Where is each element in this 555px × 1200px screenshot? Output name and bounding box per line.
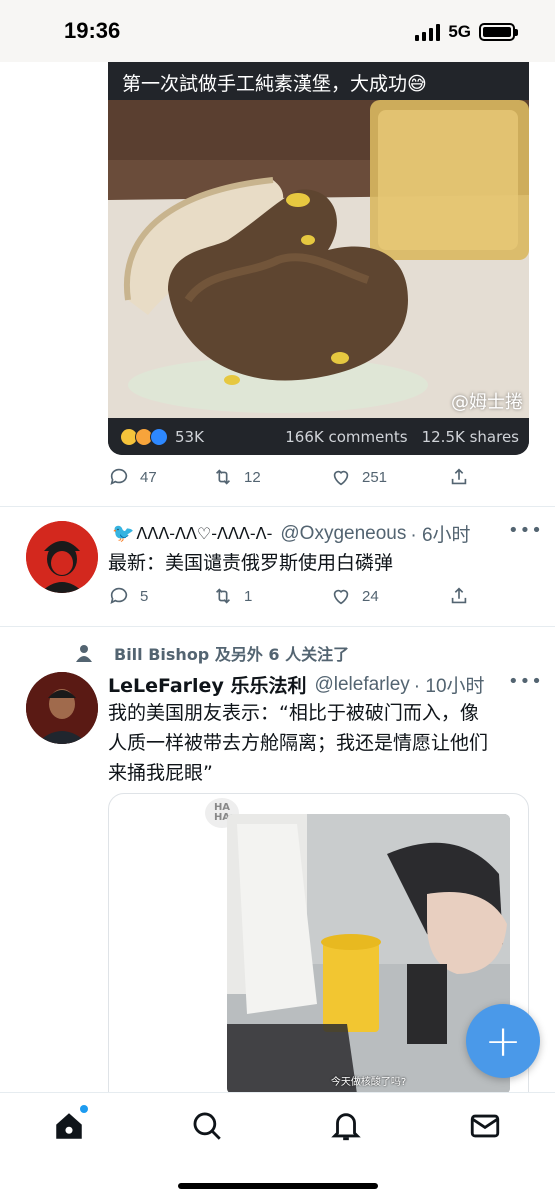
display-name[interactable]: LeLeFarley 乐乐法利: [108, 671, 306, 698]
comments-count: 166K comments: [285, 427, 408, 446]
share-icon: [451, 587, 467, 604]
status-time: 19:36: [64, 18, 121, 43]
person-icon: [76, 645, 92, 662]
tab-notifications[interactable]: [329, 1109, 363, 1143]
reaction-stats: 53K 166K comments 12.5K shares: [108, 418, 529, 455]
tweet2-header: 🐦 ᐱᐱᐱ-ᐱᐱ♡-ᐱᐱᐱ-ᐱ- @Oxygeneous · 6小时: [112, 520, 471, 547]
home-icon: [56, 1113, 82, 1139]
tab-messages[interactable]: [468, 1109, 502, 1143]
home-indicator: [178, 1183, 378, 1189]
retweet-count: 1: [244, 587, 253, 605]
tweet-text-line: 我的美国朋友表示：“相比于被破门而入，像: [108, 702, 479, 724]
watermark: @姆士捲: [451, 392, 523, 413]
mail-icon: [470, 1114, 500, 1138]
tweet-time: · 6小时: [410, 525, 471, 546]
status-indicators: 5G: [415, 22, 518, 42]
heart-icon: [333, 470, 349, 486]
like-count: 24: [362, 587, 379, 605]
divider: [0, 626, 555, 627]
reaction-count: 53K: [175, 427, 204, 446]
photo-subtitle: 今天做核酸了吗?: [330, 1077, 407, 1088]
post1-actions: 47 12 251: [108, 466, 528, 488]
more-icon[interactable]: •••: [508, 671, 543, 692]
tab-search[interactable]: [190, 1109, 224, 1143]
tweet3-header: LeLeFarley 乐乐法利 @lelefarley · 10小时: [108, 671, 485, 698]
share-icon: [451, 468, 467, 485]
social-context: Bill Bishop 及另外 6 人关注了: [76, 641, 349, 665]
plus-icon: +: [484, 1015, 522, 1067]
tweet3-text: 我的美国朋友表示：“相比于被破门而入，像 人质一样被带去方舱隔离；我还是情愿让他…: [108, 698, 488, 788]
bell-icon: [331, 1113, 361, 1141]
search-icon: [193, 1112, 221, 1140]
share-button[interactable]: [448, 585, 470, 607]
reaction-icons: [120, 427, 168, 446]
retweet-button[interactable]: 1: [212, 585, 330, 607]
reply-icon: [110, 468, 128, 485]
tab-home[interactable]: [52, 1105, 88, 1143]
display-name[interactable]: ᐱᐱᐱ-ᐱᐱ♡-ᐱᐱᐱ-ᐱ-: [136, 524, 272, 543]
like-reaction-icon: [150, 427, 168, 446]
compose-button[interactable]: +: [466, 1004, 540, 1078]
like-button[interactable]: 251: [330, 466, 448, 488]
avatar[interactable]: [26, 521, 98, 593]
divider: [0, 506, 555, 507]
tweet-text-line: 人质一样被带去方舱隔离；我还是情愿让他们: [108, 732, 489, 754]
burger-photo: @姆士捲: [108, 100, 529, 418]
reply-count: 47: [140, 468, 157, 486]
tweet2-actions: 5 1 24: [108, 585, 528, 607]
media-caption: 第一次試做手工純素漢堡，大成功😅: [108, 62, 529, 100]
tweet-time: · 10小时: [413, 676, 485, 697]
tweet-text-line: 来捅我屁眼”: [108, 762, 213, 784]
handle[interactable]: @Oxygeneous: [280, 523, 406, 545]
share-button[interactable]: [448, 466, 470, 488]
reply-button[interactable]: 5: [108, 585, 212, 607]
battery-icon: [479, 23, 518, 41]
followed-by-text[interactable]: Bill Bishop 及另外 6 人关注了: [114, 641, 349, 665]
retweet-count: 12: [244, 468, 261, 486]
network-type: 5G: [448, 22, 471, 41]
reply-count: 5: [140, 587, 149, 605]
handle[interactable]: @lelefarley: [314, 674, 409, 696]
post1-media[interactable]: 第一次試做手工純素漢堡，大成功😅 @姆士捲 53K 166K comments …: [108, 62, 529, 455]
like-count: 251: [362, 468, 388, 486]
shares-count: 12.5K shares: [421, 427, 519, 446]
retweet-button[interactable]: 12: [212, 466, 330, 488]
heart-icon: [333, 589, 349, 605]
more-icon[interactable]: •••: [508, 520, 543, 541]
retweet-icon: [215, 469, 231, 485]
tweet2-text: 最新：美国谴责俄罗斯使用白磷弹: [108, 552, 394, 574]
reply-button[interactable]: 47: [108, 466, 212, 488]
like-button[interactable]: 24: [330, 585, 448, 607]
avatar[interactable]: [26, 672, 98, 744]
signal-icon: [415, 23, 441, 41]
reply-icon: [110, 587, 128, 604]
retweet-icon: [215, 588, 231, 604]
tweet3-media[interactable]: HA HA 今天做核酸了吗?: [108, 793, 529, 1113]
status-bar: 19:36 5G: [0, 0, 555, 62]
notification-dot: [80, 1105, 88, 1113]
bird-icon: 🐦: [112, 523, 135, 544]
